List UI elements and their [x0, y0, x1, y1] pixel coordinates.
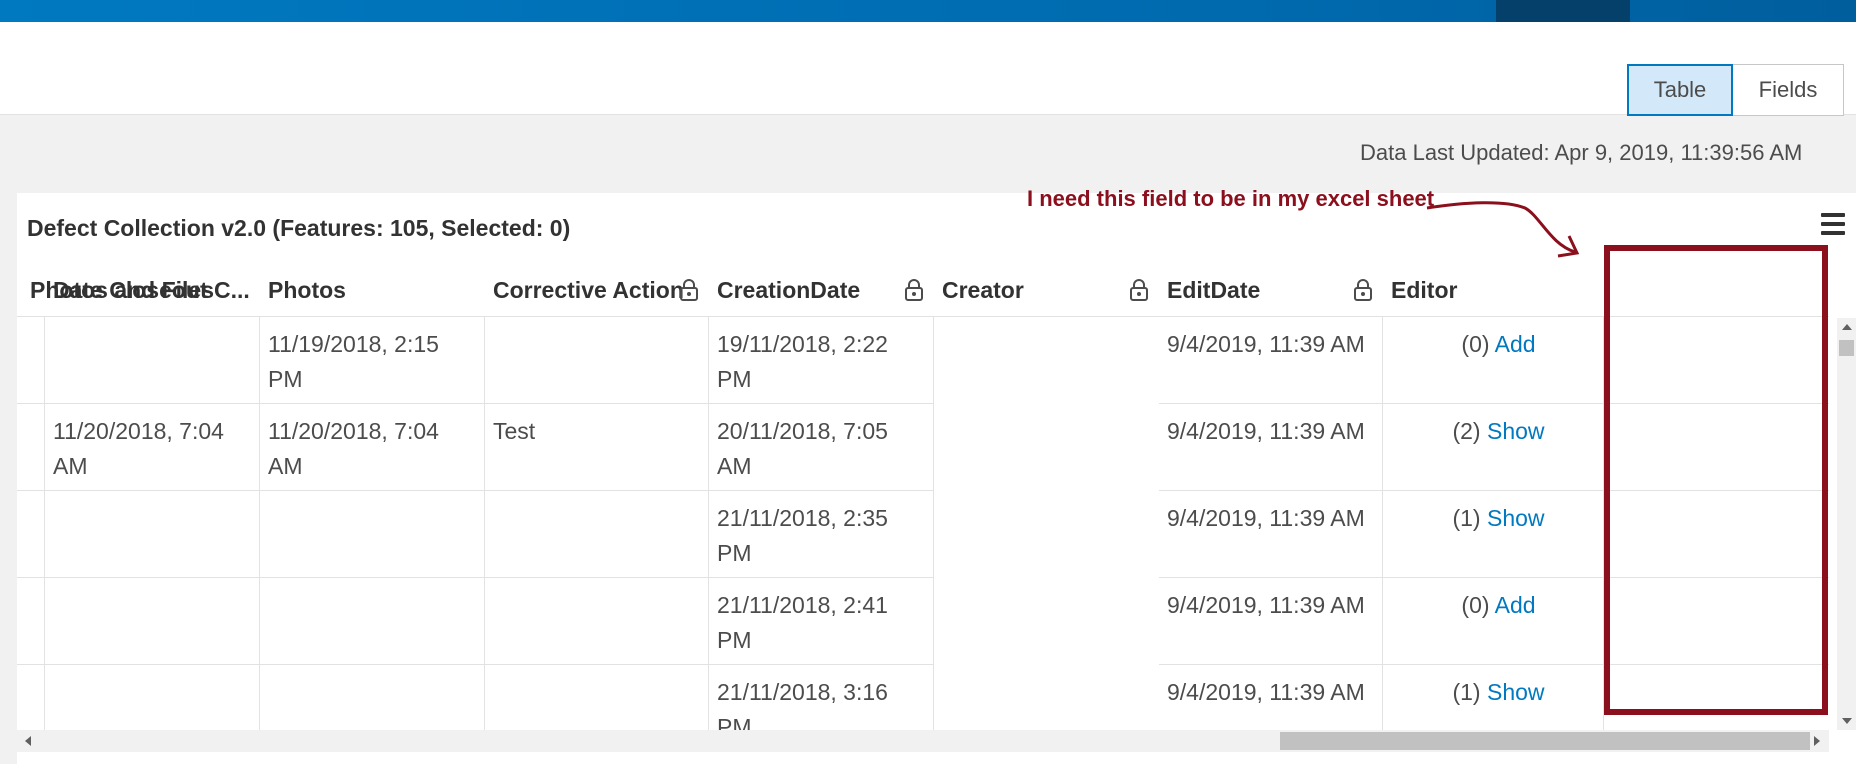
attachment-link[interactable]: Show [1487, 418, 1545, 444]
data-last-updated: Data Last Updated: Apr 9, 2019, 11:39:56… [1360, 140, 1803, 165]
attachment-link[interactable]: Add [1495, 331, 1536, 357]
horizontal-scrollbar[interactable] [17, 730, 1829, 752]
table-row[interactable]: 21/11/2018, 2:41 PM 9/4/2019, 11:39 AM (0)… [17, 578, 1829, 665]
scroll-down-icon[interactable] [1842, 718, 1852, 724]
cell-date-closeout: 11/20/2018, 7:04 AM [45, 404, 260, 490]
cell-edit-date: 9/4/2019, 11:39 AM [1159, 317, 1383, 403]
cell-date-closeout [45, 578, 260, 664]
attachment-count: (1) [1452, 505, 1481, 531]
header-bar: Table Fields [0, 22, 1856, 116]
cell-photos-and-files: (1) Show [1383, 491, 1614, 577]
attachment-link[interactable]: Show [1487, 679, 1545, 705]
fields-view-button[interactable]: Fields [1733, 64, 1844, 116]
cell-photos-and-files: (2) Show [1383, 404, 1614, 490]
table-view-button[interactable]: Table [1627, 64, 1733, 116]
table-row[interactable]: 21/11/2018, 2:35 PM 9/4/2019, 11:39 AM (1)… [17, 491, 1829, 578]
row-edge-cell [17, 491, 45, 577]
cell-date-closeout [45, 491, 260, 577]
cell-date-closeout [45, 665, 260, 730]
attribute-table: Date Closeout C... Photos Corrective Actio… [17, 264, 1829, 730]
cell-photos-and-files: (1) Show [1383, 665, 1614, 730]
cell-date-closeout [45, 317, 260, 403]
row-edge-cell [17, 578, 45, 664]
cell-corrective-action [485, 491, 709, 577]
cell-creation-date: 19/11/2018, 2:22 PM [709, 317, 934, 403]
cell-creation-date: 21/11/2018, 3:16 PM [709, 665, 934, 730]
attachment-count: (2) [1452, 418, 1481, 444]
hamburger-menu-icon[interactable] [1821, 213, 1845, 239]
top-bar-active-segment [1496, 0, 1630, 22]
cell-edit-date: 9/4/2019, 11:39 AM [1159, 665, 1383, 730]
cell-corrective-action: Test [485, 404, 709, 490]
cell-photos: 11/20/2018, 7:04 AM [260, 404, 485, 490]
annotation-arrow-icon [1426, 201, 1580, 258]
attachment-count: (0) [1461, 592, 1490, 618]
cell-creation-date: 21/11/2018, 2:35 PM [709, 491, 934, 577]
attachment-link[interactable]: Add [1495, 592, 1536, 618]
cell-corrective-action [485, 578, 709, 664]
attachment-count: (1) [1452, 679, 1481, 705]
layer-title: Defect Collection v2.0 (Features: 105, S… [27, 215, 571, 241]
creator-column-body [934, 317, 1159, 730]
scroll-right-icon[interactable] [1814, 736, 1820, 746]
cell-photos: 11/19/2018, 2:15 PM [260, 317, 485, 403]
lock-icon [679, 278, 699, 302]
scroll-left-icon[interactable] [25, 736, 31, 746]
row-edge-cell [17, 317, 45, 403]
cell-photos [260, 665, 485, 730]
lock-icon [1353, 278, 1373, 302]
row-edge-cell [17, 665, 45, 730]
cell-photos [260, 578, 485, 664]
vertical-scroll-thumb[interactable] [1839, 340, 1854, 356]
column-header-editor[interactable]: Editor [1391, 264, 1604, 316]
column-header-corrective-action[interactable]: Corrective Action [493, 264, 709, 316]
view-toggle: Table Fields [1627, 64, 1844, 116]
attachment-count: (0) [1461, 331, 1490, 357]
cell-corrective-action [485, 665, 709, 730]
row-edge-cell [17, 404, 45, 490]
cell-creation-date: 21/11/2018, 2:41 PM [709, 578, 934, 664]
cell-creation-date: 20/11/2018, 7:05 AM [709, 404, 934, 490]
table-row[interactable]: 21/11/2018, 3:16 PM 9/4/2019, 11:39 AM (1)… [17, 665, 1829, 730]
cell-edit-date: 9/4/2019, 11:39 AM [1159, 404, 1383, 490]
column-header-photos-and-files[interactable]: Photos and Files [17, 264, 227, 316]
annotation-note: I need this field to be in my excel shee… [1027, 186, 1435, 211]
attachment-link[interactable]: Show [1487, 505, 1545, 531]
cell-photos-and-files: (0) Add [1383, 578, 1614, 664]
scroll-up-icon[interactable] [1842, 324, 1852, 330]
column-header-creation-date[interactable]: CreationDate [717, 264, 934, 316]
table-header-row: Date Closeout C... Photos Corrective Actio… [17, 264, 1829, 317]
horizontal-scroll-thumb[interactable] [1280, 732, 1810, 750]
cell-edit-date: 9/4/2019, 11:39 AM [1159, 578, 1383, 664]
vertical-scrollbar[interactable] [1837, 318, 1856, 730]
cell-photos-and-files: (0) Add [1383, 317, 1614, 403]
column-header-edit-date[interactable]: EditDate [1167, 264, 1383, 316]
cell-edit-date: 9/4/2019, 11:39 AM [1159, 491, 1383, 577]
lock-icon [904, 278, 924, 302]
column-header-photos[interactable]: Photos [268, 264, 485, 316]
lock-icon [1129, 278, 1149, 302]
column-header-creator[interactable]: Creator [942, 264, 1159, 316]
cell-corrective-action [485, 317, 709, 403]
table-row[interactable]: 11/20/2018, 7:04 AM 11/20/2018, 7:04 AM Te… [17, 404, 1829, 491]
app-top-bar [0, 0, 1856, 22]
table-row[interactable]: 11/19/2018, 2:15 PM 19/11/2018, 2:22 PM 9/… [17, 317, 1829, 404]
cell-photos [260, 491, 485, 577]
